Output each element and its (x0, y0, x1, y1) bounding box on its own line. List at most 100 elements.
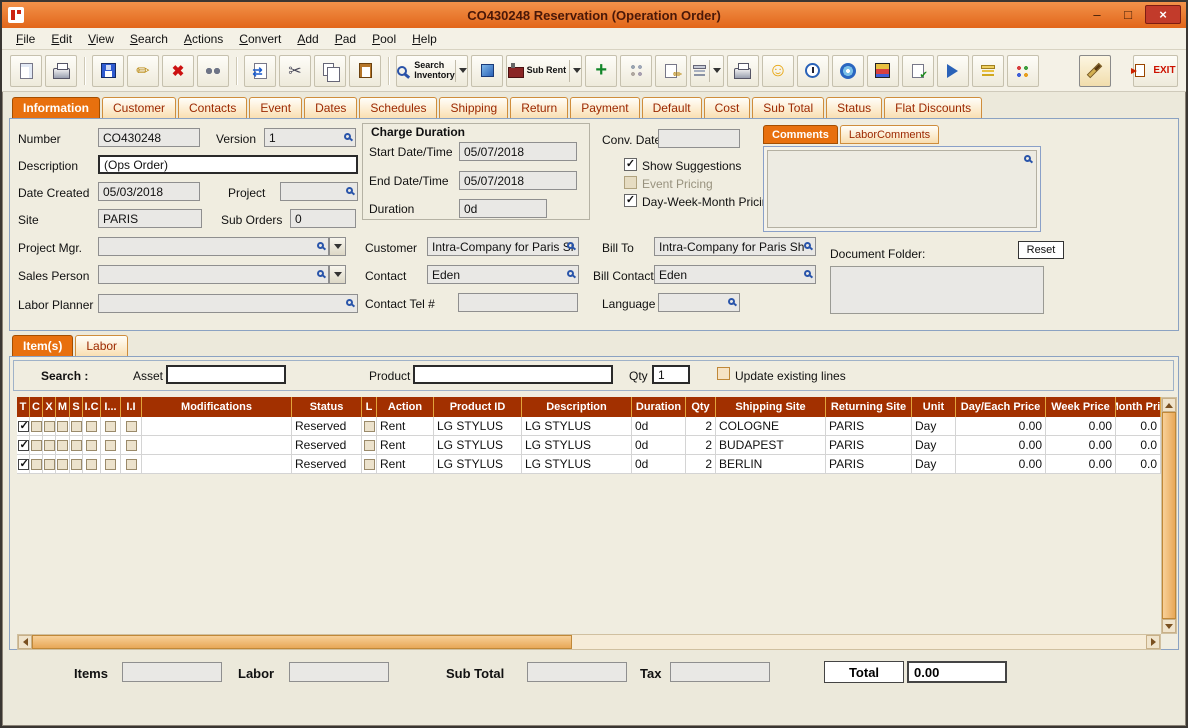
labor-total-field[interactable] (289, 662, 389, 682)
row-flag-cell[interactable] (101, 436, 121, 455)
minimize-button[interactable]: – (1083, 5, 1111, 24)
vertical-scroll-thumb[interactable] (1162, 412, 1176, 619)
paste-button[interactable] (349, 54, 381, 87)
cell-qty[interactable]: 2 (686, 455, 716, 474)
menu-convert[interactable]: Convert (231, 30, 289, 48)
cell-product-id[interactable]: LG STYLUS (434, 455, 522, 474)
scroll-down-button[interactable] (1162, 619, 1176, 633)
cell-month-price[interactable]: 0.0 (1116, 436, 1161, 455)
edit-button[interactable] (127, 54, 159, 87)
site-field[interactable]: PARIS (98, 209, 202, 228)
disc-button[interactable] (831, 54, 864, 87)
column-header-qty[interactable]: Qty (686, 397, 716, 417)
row-flag-checkbox[interactable] (30, 439, 42, 451)
description-field[interactable]: (Ops Order) (98, 155, 358, 174)
bill-to-field[interactable]: Intra-Company for Paris Sh (654, 237, 816, 256)
version-field[interactable]: 1 (264, 128, 356, 147)
project-mgr-search-icon[interactable] (317, 242, 324, 249)
row-flag-cell[interactable] (30, 417, 43, 436)
column-header-day-each-price[interactable]: Day/Each Price (956, 397, 1046, 417)
labor-planner-search-icon[interactable] (346, 299, 353, 306)
tab-return[interactable]: Return (510, 97, 569, 118)
column-header-i-i[interactable]: I.I (121, 397, 142, 417)
items-horizontal-scrollbar[interactable] (17, 634, 1161, 650)
row-flag-cell[interactable] (83, 455, 101, 474)
tab-labor[interactable]: Labor (75, 335, 129, 356)
row-flag-checkbox[interactable] (70, 458, 82, 470)
cell-modifications[interactable] (142, 417, 292, 436)
time-button[interactable] (796, 54, 829, 87)
day-week-month-pricing-checkbox[interactable] (624, 194, 637, 207)
row-flag-cell[interactable] (30, 436, 43, 455)
row-flag-cell[interactable] (121, 436, 142, 455)
cell-returning-site[interactable]: PARIS (826, 417, 912, 436)
row-flag-cell[interactable] (121, 455, 142, 474)
cell-duration[interactable]: 0d (632, 455, 686, 474)
binoculars-button[interactable] (197, 54, 229, 87)
row-flag-checkbox[interactable] (30, 458, 42, 470)
tab-information[interactable]: Information (12, 97, 100, 118)
table-row[interactable]: ReservedRentLG STYLUSLG STYLUS0d2BERLINP… (17, 455, 1161, 474)
column-header-i[interactable]: I... (101, 397, 121, 417)
row-flag-cell[interactable] (83, 417, 101, 436)
row-flag-checkbox[interactable] (57, 458, 68, 470)
row-flag-checkbox[interactable] (86, 458, 97, 470)
cell-day-price[interactable]: 0.00 (956, 455, 1046, 474)
column-header-x[interactable]: X (43, 397, 56, 417)
row-flag-checkbox[interactable] (70, 420, 82, 432)
document-folder-box[interactable] (830, 266, 1044, 314)
delete-button[interactable] (162, 54, 194, 87)
tab-dates[interactable]: Dates (304, 97, 358, 118)
cube-stack-button[interactable] (866, 54, 899, 87)
notes-button[interactable] (901, 54, 934, 87)
group-items-button[interactable] (620, 54, 653, 87)
cell-status[interactable]: Reserved (292, 417, 362, 436)
scroll-up-button[interactable] (1162, 398, 1176, 412)
cell-status[interactable]: Reserved (292, 455, 362, 474)
color-balls-button[interactable] (1006, 54, 1039, 87)
cell-month-price[interactable]: 0.0 (1116, 455, 1161, 474)
tab-schedules[interactable]: Schedules (359, 97, 438, 118)
cell-unit[interactable]: Day (912, 417, 956, 436)
tax-field[interactable] (670, 662, 770, 682)
bill-to-search-icon[interactable] (804, 242, 811, 249)
contact-tel-field[interactable] (458, 293, 578, 312)
items-total-field[interactable] (122, 662, 222, 682)
filter-cube-button[interactable] (471, 54, 504, 87)
row-selected-checkbox[interactable] (17, 438, 29, 451)
project-field[interactable] (280, 182, 358, 201)
update-existing-lines-checkbox[interactable] (717, 367, 730, 380)
start-date-field[interactable]: 05/07/2018 (459, 142, 577, 161)
product-input[interactable] (413, 365, 613, 384)
column-header-product-id[interactable]: Product ID (434, 397, 522, 417)
cut-button[interactable] (279, 54, 311, 87)
maximize-button[interactable]: □ (1114, 5, 1142, 24)
end-date-field[interactable]: 05/07/2018 (459, 171, 577, 190)
column-header-returning-site[interactable]: Returning Site (826, 397, 912, 417)
batch-print-button[interactable] (726, 54, 759, 87)
items-vertical-scrollbar[interactable] (1161, 397, 1177, 634)
row-l-checkbox[interactable] (363, 458, 375, 470)
contact-field[interactable]: Eden (427, 265, 579, 284)
project-search-icon[interactable] (346, 187, 353, 194)
qty-input[interactable]: 1 (652, 365, 690, 384)
row-flag-checkbox[interactable] (105, 458, 116, 470)
tab-contacts[interactable]: Contacts (178, 97, 248, 118)
column-header-shipping-site[interactable]: Shipping Site (716, 397, 826, 417)
cell-month-price[interactable]: 0.0 (1116, 417, 1161, 436)
row-flag-checkbox[interactable] (125, 458, 137, 470)
comments-search-icon[interactable] (1024, 155, 1031, 162)
menu-view[interactable]: View (80, 30, 122, 48)
tab-laborcomments[interactable]: LaborComments (839, 125, 940, 144)
cell-shipping-site[interactable]: BUDAPEST (716, 436, 826, 455)
language-field[interactable] (658, 293, 740, 312)
reset-button[interactable]: Reset (1018, 241, 1064, 259)
column-header-m[interactable]: M (56, 397, 70, 417)
total-value-field[interactable]: 0.00 (907, 661, 1007, 683)
cell-shipping-site[interactable]: BERLIN (716, 455, 826, 474)
row-flag-cell[interactable] (17, 417, 30, 436)
tab-shipping[interactable]: Shipping (439, 97, 509, 118)
tab-event[interactable]: Event (249, 97, 303, 118)
cell-l[interactable] (362, 417, 377, 436)
column-header-action[interactable]: Action (377, 397, 434, 417)
